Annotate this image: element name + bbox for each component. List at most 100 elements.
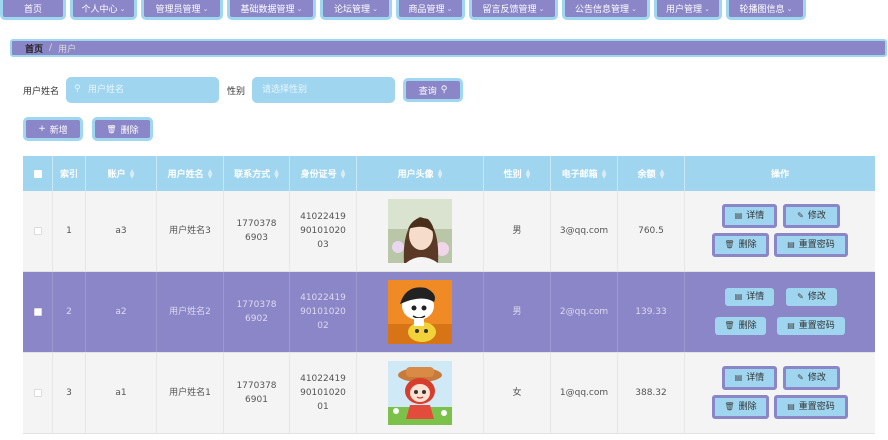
trash-icon: 🗑 [724, 240, 735, 249]
nav-item-carousel[interactable]: 轮播图信息 ⌄ [726, 0, 806, 20]
sort-icon[interactable]: ▲ ▼ [130, 168, 135, 179]
row-checkbox[interactable] [33, 227, 42, 235]
users-table: 索引 账户 ▲ ▼ 用户姓名 ▲ ▼ 联系方式 ▲ ▼ 身份证号 ▲ ▼ 用户头像 ▲ ▼ 性别 ▲ ▼… [23, 156, 875, 434]
breadcrumb-home[interactable]: 首页 [25, 42, 43, 55]
nav-item-users[interactable]: 用户管理 ⌄ [654, 0, 722, 20]
nav-item-forum[interactable]: 论坛管理 ⌄ [320, 0, 392, 20]
breadcrumb-current: 用户 [58, 44, 77, 55]
chevron-down-icon: ⌄ [372, 4, 378, 13]
nav-item-label: 个人中心 [81, 5, 118, 15]
sort-icon[interactable]: ▲ ▼ [208, 168, 213, 179]
breadcrumb: 首页 / 用户 [10, 39, 887, 57]
gender-label: 性别 [227, 87, 246, 97]
cell-idcard: 410224199010102001 [290, 353, 357, 433]
query-button[interactable]: 查询 ⚲ [403, 78, 463, 102]
cell-email: 2@qq.com [551, 272, 618, 352]
cell-idcard: 410224199010102003 [290, 191, 357, 271]
header-idcard[interactable]: 身份证号 ▲ ▼ [290, 156, 357, 191]
chevron-down-icon: ⌄ [202, 4, 209, 13]
cell-email: 3@qq.com [551, 191, 618, 271]
add-button[interactable]: + 新增 [23, 117, 83, 141]
nav-item-home[interactable]: 首页 [0, 0, 66, 20]
chevron-down-icon: ⌄ [296, 4, 303, 13]
nav-item-feedback[interactable]: 留言反馈管理 ⌄ [469, 0, 558, 20]
reset-password-button[interactable]: ▤ 重置密码 [777, 317, 845, 335]
cell-balance: 388.32 [618, 353, 685, 433]
nav-item-admin[interactable]: 管理员管理 ⌄ [141, 0, 223, 20]
header-email[interactable]: 电子邮箱 ▲ ▼ [551, 156, 618, 191]
name-search-input[interactable] [66, 77, 219, 103]
trash-icon: 🗑 [724, 402, 735, 411]
row-checkbox[interactable] [33, 389, 42, 397]
cell-name: 用户姓名2 [157, 272, 224, 352]
chevron-down-icon: ⌄ [786, 4, 793, 13]
edit-button[interactable]: ✎ 修改 [786, 288, 837, 306]
nav-item-basic-data[interactable]: 基础数据管理 ⌄ [227, 0, 316, 20]
cell-gender: 男 [484, 272, 551, 352]
cell-balance: 139.33 [618, 272, 685, 352]
document-icon: ▤ [787, 240, 795, 249]
reset-password-button[interactable]: ▤ 重置密码 [774, 395, 848, 419]
reset-password-button[interactable]: ▤ 重置密码 [774, 233, 848, 257]
cartoon-boy-icon [388, 280, 452, 344]
query-label: 查询 [418, 86, 437, 97]
top-nav: 首页 个人中心 ⌄ 管理员管理 ⌄ 基础数据管理 ⌄ 论坛管理 ⌄ 商品管理 ⌄ 留言反馈… [0, 0, 888, 20]
batch-delete-button[interactable]: 🗑 删除 [92, 117, 153, 141]
document-icon: ▤ [734, 292, 743, 301]
delete-button[interactable]: 🗑 删除 [712, 233, 769, 257]
cartoon-girl-icon [388, 361, 452, 425]
edit-button[interactable]: ✎ 修改 [783, 366, 840, 390]
cell-phone: 17703786902 [224, 272, 290, 352]
sort-icon[interactable]: ▲ ▼ [341, 168, 346, 179]
cell-balance: 760.5 [618, 191, 685, 271]
header-avatar[interactable]: 用户头像 ▲ ▼ [357, 156, 484, 191]
delete-button[interactable]: 🗑 删除 [715, 317, 766, 335]
header-balance[interactable]: 余额 ▲ ▼ [618, 156, 685, 191]
nav-item-profile[interactable]: 个人中心 ⌄ [70, 0, 137, 20]
gender-select[interactable] [252, 77, 395, 103]
sort-icon[interactable]: ▲ ▼ [274, 168, 279, 179]
cell-phone: 17703786903 [224, 191, 290, 271]
row-checkbox[interactable] [33, 308, 42, 316]
nav-item-label: 商品管理 [408, 5, 445, 15]
document-icon: ▤ [734, 211, 743, 220]
detail-button[interactable]: ▤ 详情 [722, 204, 777, 228]
cell-account: a3 [86, 191, 157, 271]
search-icon: ⚲ [440, 85, 448, 95]
row-operations: ▤ 详情 ✎ 修改 🗑 删除 ▤ 重置密码 [685, 353, 875, 433]
sort-icon[interactable]: ▲ ▼ [660, 168, 665, 179]
chevron-down-icon: ⌄ [119, 4, 126, 13]
cell-idcard: 410224199010102002 [290, 272, 357, 352]
header-name[interactable]: 用户姓名 ▲ ▼ [157, 156, 224, 191]
nav-item-goods[interactable]: 商品管理 ⌄ [396, 0, 465, 20]
delete-button[interactable]: 🗑 删除 [712, 395, 769, 419]
chevron-down-icon: ⌄ [446, 4, 453, 13]
chevron-down-icon: ⌄ [631, 4, 637, 13]
detail-button[interactable]: ▤ 详情 [725, 288, 774, 306]
cell-gender: 男 [484, 191, 551, 271]
nav-item-notice[interactable]: 公告信息管理 ⌄ [562, 0, 650, 20]
header-account[interactable]: 账户 ▲ ▼ [86, 156, 157, 191]
trash-icon: 🗑 [724, 321, 735, 330]
nav-item-label: 论坛管理 [334, 5, 371, 15]
nav-item-label: 基础数据管理 [240, 5, 295, 15]
trash-icon: 🗑 [106, 124, 117, 134]
sort-icon[interactable]: ▲ ▼ [438, 168, 443, 179]
document-icon: ▤ [787, 402, 795, 411]
breadcrumb-separator: / [49, 43, 53, 53]
cell-account: a1 [86, 353, 157, 433]
detail-button[interactable]: ▤ 详情 [722, 366, 777, 390]
header-phone[interactable]: 联系方式 ▲ ▼ [224, 156, 290, 191]
table-row: 2 a2 用户姓名2 17703786902 41022419901010200… [23, 272, 875, 353]
header-index: 索引 [53, 156, 86, 191]
sort-icon[interactable]: ▲ ▼ [602, 168, 607, 179]
select-all-checkbox[interactable] [33, 169, 42, 178]
nav-item-label: 轮播图信息 [739, 5, 785, 15]
chevron-down-icon: ⌄ [704, 4, 710, 13]
header-gender[interactable]: 性别 ▲ ▼ [484, 156, 551, 191]
edit-button[interactable]: ✎ 修改 [783, 204, 840, 228]
cell-name: 用户姓名3 [157, 191, 224, 271]
sort-icon[interactable]: ▲ ▼ [526, 168, 531, 179]
header-select-all[interactable] [23, 156, 53, 191]
table-row: 1 a3 用户姓名3 17703786903 41022419901010200… [23, 191, 875, 272]
